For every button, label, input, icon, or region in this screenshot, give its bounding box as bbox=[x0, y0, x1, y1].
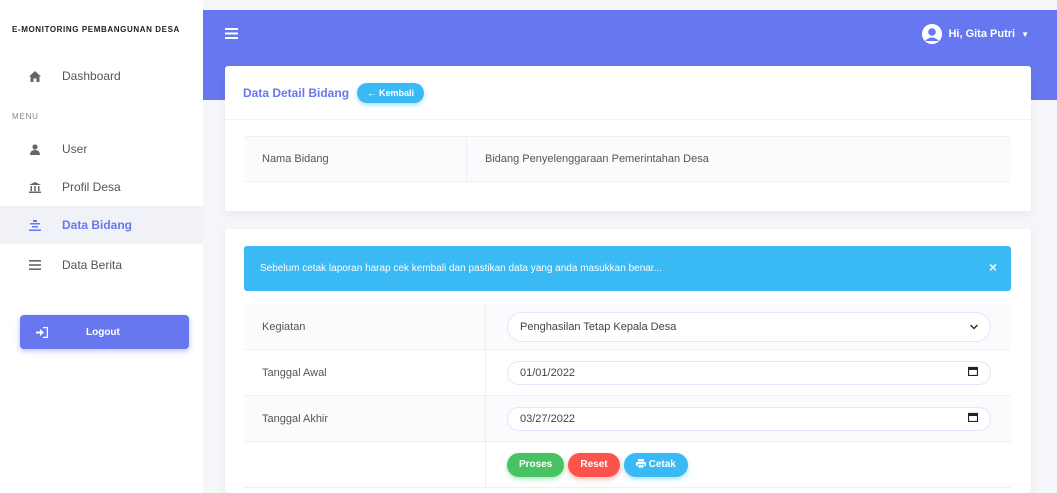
empty-label bbox=[244, 442, 485, 487]
user-greeting: Hi, Gita Putri bbox=[948, 28, 1016, 40]
field-value: Bidang Penyelenggaraan Pemerintahan Desa bbox=[466, 137, 1011, 181]
table-row: Nama Bidang Bidang Penyelenggaraan Pemer… bbox=[244, 136, 1011, 182]
report-card: Sebelum cetak laporan harap cek kembali … bbox=[225, 229, 1031, 493]
tanggal-awal-cell: 01/01/2022 bbox=[485, 350, 1011, 395]
logout-label: Logout bbox=[86, 326, 120, 338]
close-icon[interactable]: × bbox=[989, 259, 997, 275]
cetak-button[interactable]: Cetak bbox=[623, 452, 688, 477]
arrow-left-icon: ← bbox=[367, 87, 377, 98]
back-button[interactable]: ← Kembali bbox=[357, 82, 425, 103]
tanggal-akhir-input[interactable]: 03/27/2022 bbox=[507, 406, 991, 431]
table-row: Tanggal Akhir 03/27/2022 bbox=[244, 396, 1011, 442]
alert-text: Sebelum cetak laporan harap cek kembali … bbox=[260, 263, 662, 274]
sidebar-item-data-bidang[interactable]: Data Bidang bbox=[0, 206, 203, 244]
bars-icon bbox=[28, 260, 42, 270]
calendar-icon[interactable] bbox=[967, 366, 979, 379]
back-button-label: Kembali bbox=[379, 87, 415, 98]
sidebar-item-label: Data Berita bbox=[62, 258, 123, 272]
tanggal-akhir-label: Tanggal Akhir bbox=[262, 412, 329, 425]
cetak-label: Cetak bbox=[648, 459, 676, 470]
hamburger-menu-icon[interactable] bbox=[225, 26, 238, 44]
kegiatan-cell: Penghasilan Tetap Kepala Desa bbox=[485, 304, 1011, 349]
sign-in-icon bbox=[36, 326, 50, 338]
action-buttons: Proses Reset Cetak bbox=[485, 442, 1011, 487]
user-dropdown[interactable]: Hi, Gita Putri ▼ bbox=[922, 24, 1029, 44]
home-icon bbox=[28, 70, 42, 82]
logout-button[interactable]: Logout bbox=[20, 315, 189, 349]
sidebar-item-label: Data Bidang bbox=[62, 218, 133, 232]
chevron-down-icon bbox=[969, 321, 979, 333]
sidebar: E-MONITORING PEMBANGUNAN DESA Dashboard … bbox=[0, 0, 203, 493]
detail-card-header: Data Detail Bidang ← Kembali bbox=[225, 66, 1031, 120]
kegiatan-label: Kegiatan bbox=[262, 320, 306, 333]
user-icon bbox=[28, 143, 42, 155]
table-row: Proses Reset Cetak bbox=[244, 442, 1011, 488]
sidebar-item-data-berita[interactable]: Data Berita bbox=[0, 246, 203, 284]
calendar-icon[interactable] bbox=[967, 412, 979, 425]
page-title: Data Detail Bidang bbox=[243, 85, 350, 100]
tanggal-awal-label: Tanggal Awal bbox=[262, 366, 327, 379]
sidebar-item-label: User bbox=[62, 142, 88, 156]
sidebar-item-profil-desa[interactable]: Profil Desa bbox=[0, 168, 203, 206]
sidebar-item-dashboard[interactable]: Dashboard bbox=[0, 57, 203, 95]
table-row: Kegiatan Penghasilan Tetap Kepala Desa bbox=[244, 304, 1011, 350]
landmark-icon bbox=[28, 181, 42, 193]
tanggal-awal-input[interactable]: 01/01/2022 bbox=[507, 360, 991, 385]
brand-title[interactable]: E-MONITORING PEMBANGUNAN DESA bbox=[12, 25, 180, 34]
list-icon bbox=[28, 219, 42, 231]
tanggal-akhir-cell: 03/27/2022 bbox=[485, 396, 1011, 441]
sidebar-item-label: Dashboard bbox=[62, 69, 121, 83]
menu-header: MENU bbox=[12, 112, 39, 121]
info-alert: Sebelum cetak laporan harap cek kembali … bbox=[244, 246, 1011, 291]
sidebar-item-user[interactable]: User bbox=[0, 130, 203, 168]
field-label: Nama Bidang bbox=[262, 153, 329, 165]
sidebar-item-label: Profil Desa bbox=[62, 180, 121, 194]
table-row: Tanggal Awal 01/01/2022 bbox=[244, 350, 1011, 396]
caret-down-icon: ▼ bbox=[1021, 29, 1029, 39]
avatar bbox=[922, 24, 943, 44]
print-icon bbox=[635, 458, 646, 471]
kegiatan-selected-value: Penghasilan Tetap Kepala Desa bbox=[520, 320, 677, 333]
reset-button[interactable]: Reset bbox=[568, 452, 620, 477]
kegiatan-select[interactable]: Penghasilan Tetap Kepala Desa bbox=[507, 311, 991, 342]
proses-button[interactable]: Proses bbox=[507, 452, 565, 477]
tanggal-awal-value: 01/01/2022 bbox=[520, 366, 576, 379]
detail-card: Data Detail Bidang ← Kembali Nama Bidang… bbox=[225, 66, 1031, 211]
tanggal-akhir-value: 03/27/2022 bbox=[520, 412, 576, 425]
